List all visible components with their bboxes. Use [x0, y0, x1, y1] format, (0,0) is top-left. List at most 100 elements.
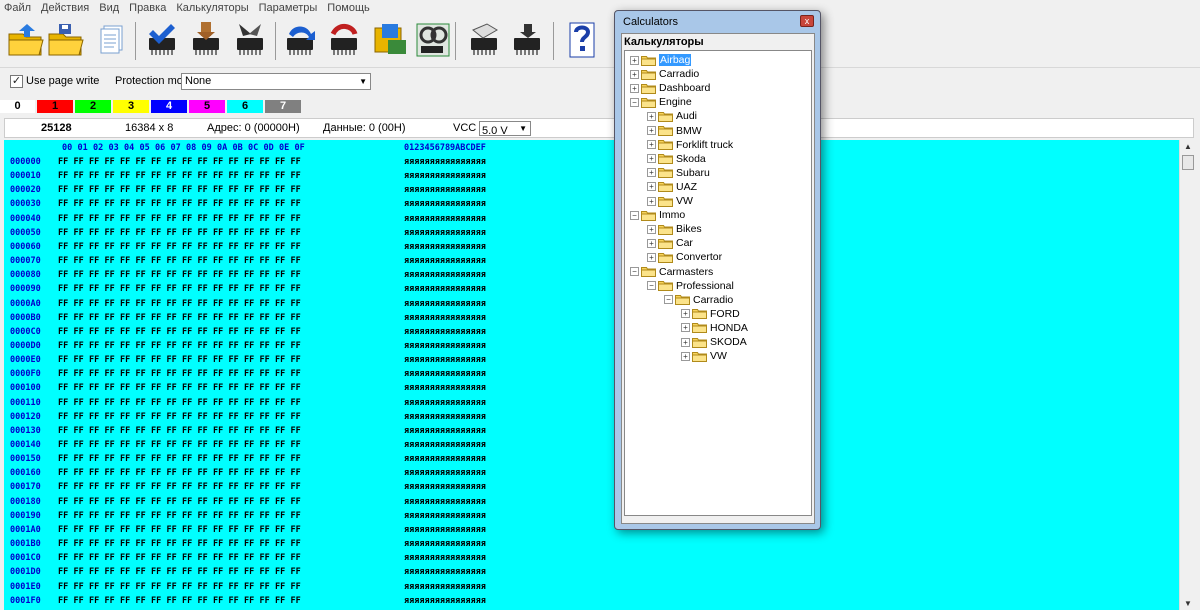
- hex-byte[interactable]: FF: [275, 242, 285, 252]
- collapse-icon[interactable]: −: [664, 295, 673, 305]
- hex-byte[interactable]: FF: [182, 284, 192, 294]
- hex-byte[interactable]: FF: [167, 270, 177, 280]
- hex-byte[interactable]: FF: [213, 214, 223, 224]
- hex-byte[interactable]: FF: [182, 511, 192, 521]
- hex-row[interactable]: 0001C0 FF FF FF FF FF FF FF FF FF FF FF FF FF FF FF FF яя…: [4, 553, 1179, 565]
- hex-byte[interactable]: FF: [275, 341, 285, 351]
- hex-byte[interactable]: FF: [89, 228, 99, 238]
- expand-icon[interactable]: +: [681, 351, 690, 361]
- hex-byte[interactable]: FF: [182, 369, 192, 379]
- hex-byte[interactable]: FF: [244, 270, 254, 280]
- hex-byte[interactable]: FF: [229, 412, 239, 422]
- hex-byte[interactable]: FF: [136, 412, 146, 422]
- hex-byte[interactable]: FF: [182, 539, 192, 549]
- hex-byte[interactable]: FF: [182, 355, 192, 365]
- hex-byte[interactable]: FF: [260, 185, 270, 195]
- hex-byte[interactable]: FF: [275, 398, 285, 408]
- hex-byte[interactable]: FF: [151, 468, 161, 478]
- expand-icon[interactable]: +: [647, 196, 656, 206]
- hex-byte[interactable]: FF: [244, 596, 254, 606]
- scroll-thumb[interactable]: [1182, 155, 1194, 170]
- hex-row[interactable]: 000080 FF FF FF FF FF FF FF FF FF FF FF FF FF FF FF FF яя…: [4, 270, 1179, 282]
- hex-byte[interactable]: FF: [89, 497, 99, 507]
- hex-byte[interactable]: FF: [105, 185, 115, 195]
- hex-byte[interactable]: FF: [105, 327, 115, 337]
- hex-byte[interactable]: FF: [213, 596, 223, 606]
- hex-row[interactable]: 0000B0 FF FF FF FF FF FF FF FF FF FF FF FF FF FF FF FF яя…: [4, 313, 1179, 325]
- hex-byte[interactable]: FF: [89, 511, 99, 521]
- hex-byte[interactable]: FF: [136, 355, 146, 365]
- hex-byte[interactable]: FF: [213, 468, 223, 478]
- hex-byte[interactable]: FF: [198, 553, 208, 563]
- hex-row[interactable]: 000070 FF FF FF FF FF FF FF FF FF FF FF FF FF FF FF FF яя…: [4, 256, 1179, 268]
- hex-byte[interactable]: FF: [120, 171, 130, 181]
- hex-byte[interactable]: FF: [136, 256, 146, 266]
- hex-byte[interactable]: FF: [58, 482, 68, 492]
- hex-byte[interactable]: FF: [213, 582, 223, 592]
- expand-icon[interactable]: +: [647, 224, 656, 234]
- hex-byte[interactable]: FF: [275, 553, 285, 563]
- hex-byte[interactable]: FF: [291, 482, 301, 492]
- hex-byte[interactable]: FF: [198, 242, 208, 252]
- hex-byte[interactable]: FF: [120, 440, 130, 450]
- hex-byte[interactable]: FF: [136, 327, 146, 337]
- hex-byte[interactable]: FF: [198, 412, 208, 422]
- hex-byte[interactable]: FF: [105, 355, 115, 365]
- hex-byte[interactable]: FF: [120, 242, 130, 252]
- hex-byte[interactable]: FF: [198, 426, 208, 436]
- hex-byte[interactable]: FF: [120, 454, 130, 464]
- chip-verify-icon[interactable]: [325, 20, 365, 60]
- hex-byte[interactable]: FF: [182, 185, 192, 195]
- hex-byte[interactable]: FF: [291, 511, 301, 521]
- hex-byte[interactable]: FF: [260, 440, 270, 450]
- chip-read-icon[interactable]: [187, 20, 227, 60]
- hex-byte[interactable]: FF: [291, 242, 301, 252]
- hex-byte[interactable]: FF: [89, 596, 99, 606]
- hex-byte[interactable]: FF: [58, 355, 68, 365]
- hex-byte[interactable]: FF: [167, 511, 177, 521]
- hex-byte[interactable]: FF: [260, 582, 270, 592]
- hex-byte[interactable]: FF: [120, 582, 130, 592]
- hex-byte[interactable]: FF: [167, 355, 177, 365]
- hex-byte[interactable]: FF: [198, 497, 208, 507]
- tree-node-bmw[interactable]: + BMW: [647, 124, 702, 138]
- hex-byte[interactable]: FF: [136, 468, 146, 478]
- hex-byte[interactable]: FF: [213, 497, 223, 507]
- hex-byte[interactable]: FF: [275, 369, 285, 379]
- hex-byte[interactable]: FF: [198, 313, 208, 323]
- hex-byte[interactable]: FF: [182, 199, 192, 209]
- tree-node-bikes[interactable]: + Bikes: [647, 222, 702, 236]
- hex-byte[interactable]: FF: [151, 171, 161, 181]
- hex-byte[interactable]: FF: [213, 341, 223, 351]
- hex-byte[interactable]: FF: [213, 383, 223, 393]
- hex-row[interactable]: 000010 FF FF FF FF FF FF FF FF FF FF FF FF FF FF FF FF яя…: [4, 171, 1179, 183]
- hex-byte[interactable]: FF: [105, 539, 115, 549]
- hex-row[interactable]: 000030 FF FF FF FF FF FF FF FF FF FF FF FF FF FF FF FF яя…: [4, 199, 1179, 211]
- expand-icon[interactable]: +: [647, 140, 656, 150]
- hex-byte[interactable]: FF: [136, 553, 146, 563]
- hex-byte[interactable]: FF: [89, 440, 99, 450]
- hex-row[interactable]: 0000A0 FF FF FF FF FF FF FF FF FF FF FF FF FF FF FF FF яя…: [4, 299, 1179, 311]
- hex-byte[interactable]: FF: [136, 511, 146, 521]
- hex-byte[interactable]: FF: [120, 185, 130, 195]
- hex-byte[interactable]: FF: [151, 327, 161, 337]
- hex-byte[interactable]: FF: [213, 327, 223, 337]
- tree-node-ford[interactable]: + FORD: [681, 307, 740, 321]
- hex-byte[interactable]: FF: [182, 482, 192, 492]
- hex-byte[interactable]: FF: [74, 171, 84, 181]
- save-icon[interactable]: [45, 20, 85, 60]
- hex-byte[interactable]: FF: [167, 482, 177, 492]
- hex-byte[interactable]: FF: [136, 185, 146, 195]
- hex-byte[interactable]: FF: [182, 299, 192, 309]
- hex-byte[interactable]: FF: [260, 497, 270, 507]
- hex-byte[interactable]: FF: [291, 539, 301, 549]
- hex-byte[interactable]: FF: [244, 482, 254, 492]
- hex-byte[interactable]: FF: [105, 497, 115, 507]
- hex-byte[interactable]: FF: [229, 539, 239, 549]
- chip-auto-icon[interactable]: [281, 20, 321, 60]
- hex-byte[interactable]: FF: [244, 497, 254, 507]
- tree-node-carmasters[interactable]: − Carmasters: [630, 265, 713, 279]
- expand-icon[interactable]: +: [630, 83, 639, 93]
- hex-row[interactable]: 000050 FF FF FF FF FF FF FF FF FF FF FF FF FF FF FF FF яя…: [4, 228, 1179, 240]
- hex-row[interactable]: 0000D0 FF FF FF FF FF FF FF FF FF FF FF FF FF FF FF FF яя…: [4, 341, 1179, 353]
